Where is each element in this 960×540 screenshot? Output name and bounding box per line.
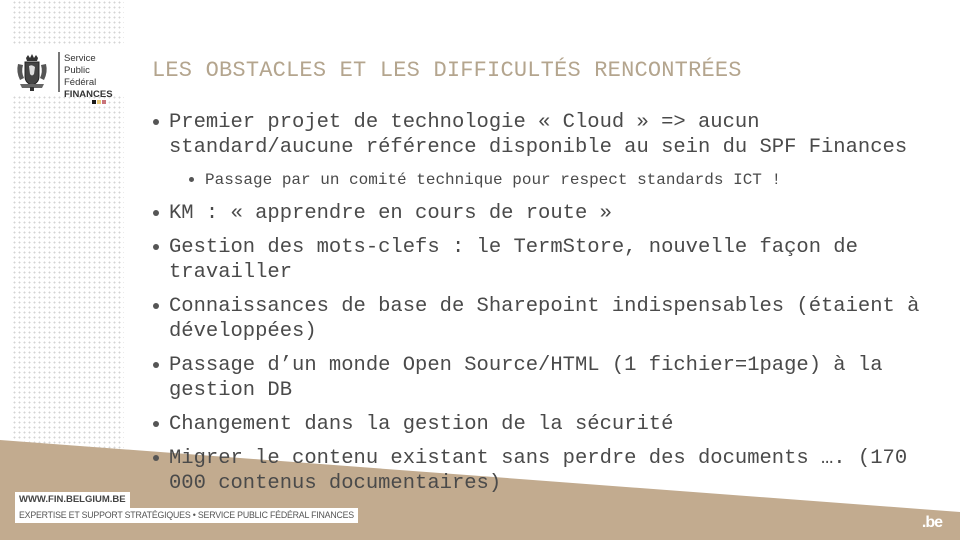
bullet-item: Gestion des mots-clefs : le TermStore, n… (150, 235, 940, 285)
sub-bullet-item: Passage par un comité technique pour res… (150, 169, 940, 191)
be-logo: .be (921, 514, 943, 531)
footer-website-link[interactable]: WWW.FIN.BELGIUM.BE (15, 492, 130, 508)
bullet-item: Migrer le contenu existant sans perdre d… (150, 446, 940, 496)
bullet-item: Passage d’un monde Open Source/HTML (1 f… (150, 353, 940, 403)
footer-tagline: EXPERTISE ET SUPPORT STRATÉGIQUES • SERV… (15, 508, 358, 523)
bullet-item: Changement dans la gestion de la sécurit… (150, 412, 940, 437)
bullet-list: Premier projet de technologie « Cloud » … (150, 110, 940, 505)
bullet-item: Connaissances de base de Sharepoint indi… (150, 294, 940, 344)
bullet-item: KM : « apprendre en cours de route » (150, 201, 940, 226)
bullet-item: Premier projet de technologie « Cloud » … (150, 110, 940, 160)
